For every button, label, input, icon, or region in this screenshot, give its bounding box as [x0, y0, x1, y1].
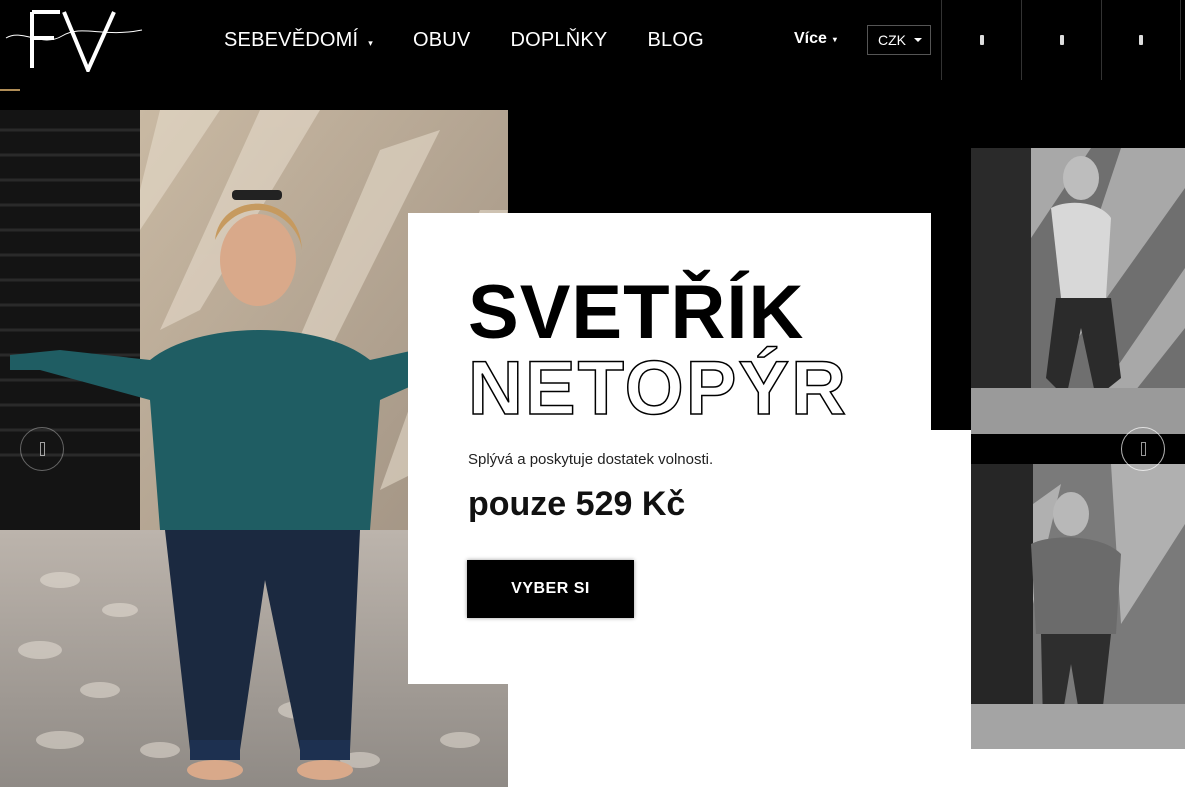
- currency-select[interactable]: CZK: [867, 25, 931, 55]
- hero-price: pouze 529 Kč: [468, 485, 686, 523]
- nav-item-label: DOPLŇKY: [510, 28, 608, 51]
- page-bottom-strip: [0, 787, 1200, 800]
- account-button[interactable]: [1021, 0, 1101, 80]
- hero-subtitle: Splývá a poskytuje dostatek volnosti.: [468, 451, 714, 468]
- page-right-strip: [1185, 0, 1200, 800]
- chevron-down-icon: ▾: [368, 37, 373, 48]
- more-menu[interactable]: Více ▾: [794, 30, 837, 48]
- logo-underline: [0, 89, 20, 91]
- main-nav: SEBEVĚDOMÍ ▾ OBUV DOPLŇKY BLOG: [224, 0, 744, 80]
- nav-item-label: BLOG: [647, 28, 704, 51]
- thumbnail-image-2[interactable]: [971, 464, 1185, 749]
- search-button[interactable]: [941, 0, 1021, 80]
- currency-value: CZK: [878, 32, 906, 48]
- carousel-prev-button[interactable]: [20, 427, 64, 471]
- arrow-left-icon: [39, 442, 45, 456]
- site-header: SEBEVĚDOMÍ ▾ OBUV DOPLŇKY BLOG Více ▾ CZ…: [0, 0, 1185, 91]
- caret-down-icon: [914, 38, 922, 42]
- arrow-right-icon: [1140, 442, 1146, 456]
- more-label: Více: [794, 30, 827, 47]
- chevron-down-icon: ▾: [832, 34, 837, 44]
- nav-item-doplnky[interactable]: DOPLŇKY: [510, 29, 607, 52]
- search-icon: [979, 35, 984, 45]
- hero-title-line1: SVETŘÍK: [468, 270, 805, 355]
- hero-promo-card: SVETŘÍK NETOPÝR Splývá a poskytuje dosta…: [408, 213, 931, 684]
- shop-now-button[interactable]: VYBER SI: [467, 560, 634, 618]
- brand-logo[interactable]: [2, 8, 147, 76]
- nav-item-label: SEBEVĚDOMÍ: [224, 28, 359, 51]
- cart-button[interactable]: [1101, 0, 1181, 80]
- carousel-next-button[interactable]: [1121, 427, 1165, 471]
- hero-title-line2: NETOPÝR: [467, 346, 849, 431]
- nav-item-label: OBUV: [412, 28, 471, 51]
- nav-item-sebevedomi[interactable]: SEBEVĚDOMÍ ▾: [224, 29, 373, 52]
- nav-item-blog[interactable]: BLOG: [647, 29, 703, 52]
- nav-item-obuv[interactable]: OBUV: [413, 29, 470, 52]
- hero-backdrop-gap: [930, 430, 971, 750]
- cart-icon: [1139, 35, 1143, 45]
- user-icon: [1059, 35, 1064, 45]
- thumbnail-image-1[interactable]: [971, 148, 1185, 434]
